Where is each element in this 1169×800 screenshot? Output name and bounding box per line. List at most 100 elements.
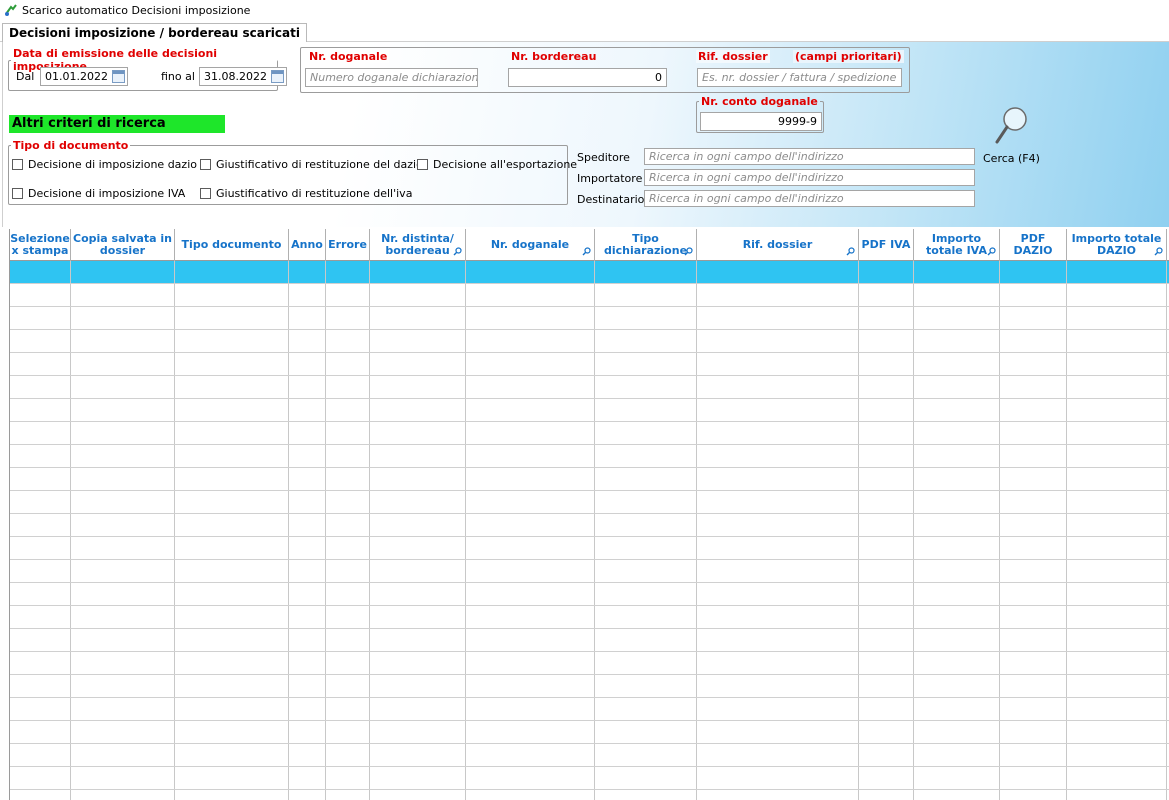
table-cell[interactable] [697, 491, 859, 513]
table-cell[interactable] [466, 790, 595, 800]
table-cell[interactable] [697, 422, 859, 444]
table-cell[interactable] [10, 261, 71, 283]
table-cell[interactable] [466, 629, 595, 651]
table-row[interactable] [10, 376, 1169, 399]
table-cell[interactable] [10, 629, 71, 651]
table-cell[interactable] [697, 583, 859, 605]
table-cell[interactable] [595, 261, 697, 283]
table-cell[interactable] [697, 514, 859, 536]
table-cell[interactable] [914, 468, 1000, 490]
table-cell[interactable] [71, 560, 175, 582]
nr-bordereau-input[interactable]: 0 [508, 68, 667, 87]
table-cell[interactable] [71, 353, 175, 375]
table-cell[interactable] [289, 744, 326, 766]
table-cell[interactable] [1000, 330, 1067, 352]
table-row[interactable] [10, 767, 1169, 790]
table-cell[interactable] [326, 468, 370, 490]
table-cell[interactable] [289, 307, 326, 329]
table-cell[interactable] [595, 353, 697, 375]
table-row[interactable] [10, 514, 1169, 537]
table-cell[interactable] [175, 422, 289, 444]
table-cell[interactable] [175, 606, 289, 628]
calendar-icon[interactable] [271, 70, 284, 83]
table-cell[interactable] [1000, 790, 1067, 800]
table-cell[interactable] [859, 721, 914, 743]
table-cell[interactable] [71, 422, 175, 444]
checkbox[interactable] [12, 188, 23, 199]
table-cell[interactable] [595, 675, 697, 697]
table-cell[interactable] [326, 261, 370, 283]
table-cell[interactable] [175, 675, 289, 697]
table-cell[interactable] [1000, 353, 1067, 375]
table-cell[interactable] [697, 445, 859, 467]
nr-doganale-input[interactable]: Numero doganale dichiarazione [305, 68, 478, 87]
table-cell[interactable] [1000, 744, 1067, 766]
table-cell[interactable] [1067, 606, 1167, 628]
table-cell[interactable] [326, 353, 370, 375]
table-cell[interactable] [71, 399, 175, 421]
table-cell[interactable] [859, 606, 914, 628]
table-cell[interactable] [1067, 560, 1167, 582]
filter-search-icon[interactable] [987, 247, 996, 256]
table-cell[interactable] [10, 560, 71, 582]
table-cell[interactable] [1067, 537, 1167, 559]
table-cell[interactable] [289, 445, 326, 467]
cb-dazio[interactable]: Decisione di imposizione dazio [12, 158, 197, 171]
table-cell[interactable] [914, 261, 1000, 283]
table-cell[interactable] [466, 284, 595, 306]
table-cell[interactable] [1067, 721, 1167, 743]
table-cell[interactable] [859, 284, 914, 306]
table-cell[interactable] [370, 422, 466, 444]
table-cell[interactable] [1067, 698, 1167, 720]
table-row[interactable] [10, 445, 1169, 468]
cb-iva[interactable]: Decisione di imposizione IVA [12, 187, 185, 200]
table-cell[interactable] [326, 399, 370, 421]
table-cell[interactable] [326, 514, 370, 536]
table-cell[interactable] [71, 721, 175, 743]
table-cell[interactable] [326, 307, 370, 329]
table-cell[interactable] [697, 376, 859, 398]
table-cell[interactable] [1067, 330, 1167, 352]
table-cell[interactable] [175, 491, 289, 513]
table-cell[interactable] [697, 698, 859, 720]
table-cell[interactable] [10, 284, 71, 306]
table-cell[interactable] [697, 744, 859, 766]
table-cell[interactable] [1000, 468, 1067, 490]
table-row[interactable] [10, 491, 1169, 514]
table-cell[interactable] [697, 307, 859, 329]
table-row[interactable] [10, 353, 1169, 376]
importatore-input[interactable]: Ricerca in ogni campo dell'indirizzo [644, 169, 975, 186]
table-row[interactable] [10, 399, 1169, 422]
table-cell[interactable] [466, 537, 595, 559]
table-cell[interactable] [370, 583, 466, 605]
table-cell[interactable] [1067, 307, 1167, 329]
table-cell[interactable] [466, 767, 595, 789]
column-header[interactable]: Nr. distinta/ bordereau [370, 229, 466, 261]
table-cell[interactable] [1067, 744, 1167, 766]
table-cell[interactable] [289, 721, 326, 743]
table-cell[interactable] [466, 399, 595, 421]
table-row[interactable] [10, 468, 1169, 491]
table-cell[interactable] [1000, 491, 1067, 513]
table-cell[interactable] [289, 284, 326, 306]
table-cell[interactable] [175, 307, 289, 329]
table-cell[interactable] [370, 698, 466, 720]
table-cell[interactable] [914, 284, 1000, 306]
table-cell[interactable] [175, 330, 289, 352]
table-cell[interactable] [914, 629, 1000, 651]
table-cell[interactable] [289, 675, 326, 697]
table-cell[interactable] [71, 698, 175, 720]
table-cell[interactable] [71, 629, 175, 651]
table-cell[interactable] [370, 652, 466, 674]
table-cell[interactable] [289, 353, 326, 375]
table-cell[interactable] [175, 514, 289, 536]
table-cell[interactable] [466, 675, 595, 697]
table-cell[interactable] [326, 445, 370, 467]
column-header[interactable]: Importo totale DAZIO [1067, 229, 1167, 261]
table-cell[interactable] [914, 652, 1000, 674]
table-cell[interactable] [859, 399, 914, 421]
table-cell[interactable] [914, 376, 1000, 398]
table-row[interactable] [10, 698, 1169, 721]
table-cell[interactable] [859, 353, 914, 375]
table-cell[interactable] [914, 675, 1000, 697]
